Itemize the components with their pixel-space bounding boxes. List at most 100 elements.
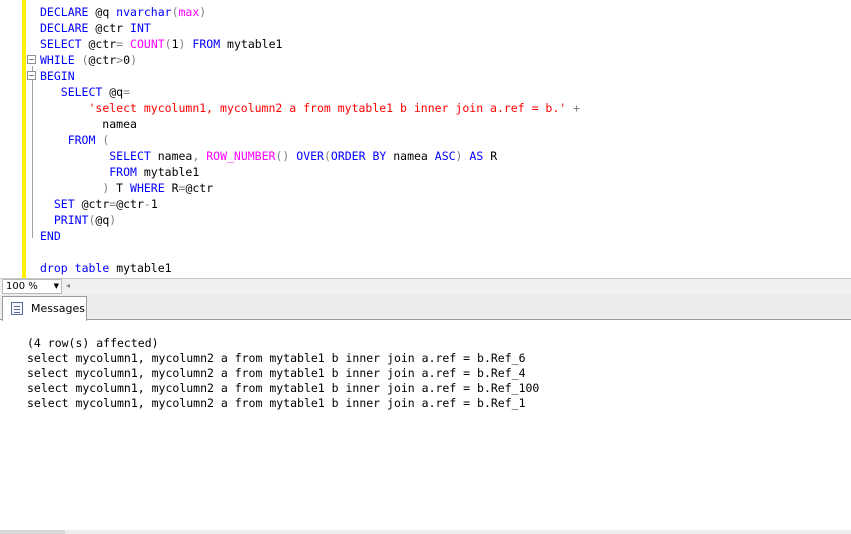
text-token: @q <box>95 213 110 227</box>
message-line: select mycolumn1, mycolumn2 a from mytab… <box>27 396 526 410</box>
text-token: @ctr <box>74 197 110 211</box>
code-line[interactable]: DECLARE @q nvarchar(max) <box>40 4 206 20</box>
messages-icon <box>11 302 23 315</box>
status-strip <box>0 530 851 534</box>
chevron-down-icon: ▼ <box>53 282 59 290</box>
operator-token: ( <box>164 37 172 51</box>
messages-pane[interactable]: (4 row(s) affected) select mycolumn1, my… <box>0 321 851 530</box>
text-token: @q <box>102 85 124 99</box>
text-token: mytable1 <box>109 261 172 275</box>
keyword-token: BEGIN <box>40 69 75 83</box>
keyword-token: FROM <box>192 37 221 51</box>
operator-token: + <box>573 101 581 115</box>
keyword-token: AS <box>469 149 484 163</box>
keyword-token: PRINT <box>53 213 89 227</box>
collapse-while-icon[interactable]: − <box>27 55 36 64</box>
code-line[interactable]: SELECT @ctr= COUNT(1) FROM mytable1 <box>40 36 282 52</box>
keyword-token: SELECT <box>109 149 151 163</box>
collapse-begin-icon[interactable]: − <box>27 71 36 80</box>
text-token: @ctr <box>185 181 214 195</box>
operator-token: ( <box>323 149 331 163</box>
operator-token: ) <box>130 53 138 67</box>
code-line[interactable]: SELECT namea, ROW_NUMBER() OVER(ORDER BY… <box>40 148 497 164</box>
selection-margin <box>0 0 22 278</box>
operator-token: = <box>123 85 131 99</box>
zoom-level-dropdown[interactable]: 100 % ▼ <box>2 279 62 294</box>
operator-token: ( <box>81 53 89 67</box>
text-token: mytable1 <box>136 165 200 179</box>
text-token: R <box>164 181 179 195</box>
keyword-token: SELECT <box>60 85 103 99</box>
keyword-token: ORDER BY <box>330 149 387 163</box>
scroll-left-icon[interactable]: ◂ <box>66 281 70 290</box>
code-line[interactable]: 'select mycolumn1, mycolumn2 a from myta… <box>40 100 580 116</box>
code-line[interactable]: DECLARE @ctr INT <box>40 20 151 36</box>
code-line[interactable]: namea <box>40 116 137 132</box>
text-token: @ctr <box>81 37 117 51</box>
keyword-token: WHILE <box>40 53 75 67</box>
string-token: 'select mycolumn1, mycolumn2 a from myta… <box>88 101 567 115</box>
keyword-token: table <box>74 261 110 275</box>
text-token: 1 <box>150 197 158 211</box>
message-line: select mycolumn1, mycolumn2 a from mytab… <box>27 366 526 380</box>
code-line[interactable]: ) T WHERE R=@ctr <box>40 180 213 196</box>
keyword-token: SET <box>53 197 75 211</box>
message-line: select mycolumn1, mycolumn2 a from mytab… <box>27 351 526 365</box>
zoom-bar: 100 % ▼ ◂ <box>0 278 851 294</box>
operator-token: ) <box>109 213 117 227</box>
keyword-token: FROM <box>109 165 137 179</box>
code-line[interactable]: drop table mytable1 <box>40 260 172 276</box>
keyword-token: drop <box>40 261 68 275</box>
keyword-token: DECLARE <box>40 21 89 35</box>
code-line[interactable]: WHILE (@ctr>0) <box>40 52 137 68</box>
keyword-token: OVER <box>296 149 324 163</box>
keyword-token: ASC <box>434 149 456 163</box>
operator-token: ) <box>199 5 207 19</box>
results-tab-bar: Messages <box>0 294 851 321</box>
keyword-token: nvarchar <box>116 5 172 19</box>
text-token: T <box>109 181 131 195</box>
code-line[interactable]: END <box>40 228 61 244</box>
operator-token: - <box>143 197 151 211</box>
zoom-level-value: 100 % <box>6 281 38 292</box>
status-strip-tab <box>0 530 65 534</box>
code-line[interactable]: FROM ( <box>40 132 110 148</box>
operator-token: () <box>275 149 290 163</box>
text-token: R <box>483 149 498 163</box>
operator-token: ( <box>102 133 110 147</box>
code-line[interactable]: SET @ctr=@ctr-1 <box>40 196 158 212</box>
keyword-token: END <box>40 229 61 243</box>
text-token: namea <box>386 149 435 163</box>
function-token: COUNT <box>130 37 165 51</box>
code-line[interactable]: FROM mytable1 <box>40 164 199 180</box>
code-line[interactable]: BEGIN <box>40 68 75 84</box>
text-token: @ctr <box>88 53 117 67</box>
operator-token: ( <box>171 5 179 19</box>
change-tracking-bar <box>22 0 26 278</box>
keyword-token: WHERE <box>130 181 165 195</box>
code-line[interactable]: SELECT @q= <box>40 84 130 100</box>
query-editor[interactable]: − − DECLARE @q nvarchar(max) DECLARE @ctr… <box>0 0 851 278</box>
keyword-token: DECLARE <box>40 5 89 19</box>
function-token: ROW_NUMBER <box>206 149 276 163</box>
keyword-token: INT <box>130 21 151 35</box>
tab-messages-label: Messages <box>31 302 85 315</box>
outline-guide-while <box>32 66 33 238</box>
text-token: @q <box>88 5 117 19</box>
keyword-token: SELECT <box>40 37 82 51</box>
text-token: @ctr <box>88 21 131 35</box>
tab-messages[interactable]: Messages <box>2 296 87 321</box>
code-line[interactable]: PRINT(@q) <box>40 212 116 228</box>
keyword-token: FROM <box>67 133 96 147</box>
function-token: max <box>178 5 200 19</box>
text-token: @ctr <box>116 197 144 211</box>
